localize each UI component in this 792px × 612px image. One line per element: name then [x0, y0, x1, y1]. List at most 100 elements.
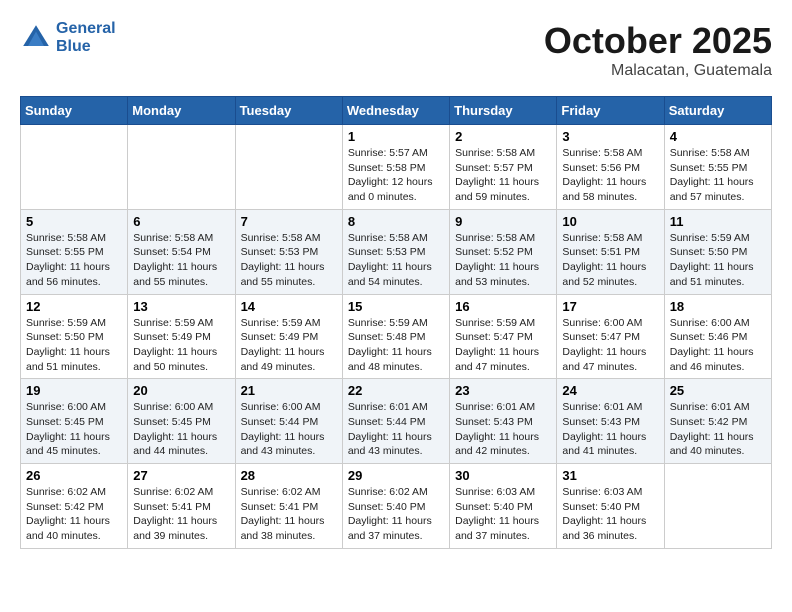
week-row-1: 1 Sunrise: 5:57 AMSunset: 5:58 PMDaylight… [21, 125, 772, 210]
day-detail: Sunrise: 5:59 AMSunset: 5:49 PMDaylight:… [241, 316, 337, 375]
day-detail: Sunrise: 5:59 AMSunset: 5:47 PMDaylight:… [455, 316, 551, 375]
day-number: 16 [455, 299, 551, 314]
day-number: 7 [241, 214, 337, 229]
day-detail: Sunrise: 6:00 AMSunset: 5:46 PMDaylight:… [670, 316, 766, 375]
week-row-3: 12Sunrise: 5:59 AMSunset: 5:50 PMDayligh… [21, 294, 772, 379]
day-number: 2 [455, 129, 551, 144]
day-number: 18 [670, 299, 766, 314]
day-detail: Sunrise: 5:59 AMSunset: 5:48 PMDaylight:… [348, 316, 444, 375]
day-detail: Sunrise: 6:01 AMSunset: 5:44 PMDaylight:… [348, 400, 444, 459]
day-cell: 26 Sunrise: 6:02 AMSunset: 5:42 PMDayligh… [21, 464, 128, 549]
day-number: 17 [562, 299, 658, 314]
day-number: 3 [562, 129, 658, 144]
title-area: October 2025 Malacatan, Guatemala [544, 20, 772, 80]
day-cell: 28Sunrise: 6:02 AMSunset: 5:41 PMDayligh… [235, 464, 342, 549]
day-number: 8 [348, 214, 444, 229]
day-cell: 5 Sunrise: 5:58 AMSunset: 5:55 PMDaylight… [21, 209, 128, 294]
header-wednesday: Wednesday [342, 97, 449, 125]
day-number: 21 [241, 383, 337, 398]
day-cell: 30 Sunrise: 6:03 AMSunset: 5:40 PMDayligh… [450, 464, 557, 549]
day-number: 20 [133, 383, 229, 398]
week-row-4: 19 Sunrise: 6:00 AMSunset: 5:45 PMDayligh… [21, 379, 772, 464]
day-cell: 11Sunrise: 5:59 AMSunset: 5:50 PMDayligh… [664, 209, 771, 294]
day-cell: 15 Sunrise: 5:59 AMSunset: 5:48 PMDayligh… [342, 294, 449, 379]
day-number: 9 [455, 214, 551, 229]
day-detail: Sunrise: 6:03 AMSunset: 5:40 PMDaylight:… [562, 485, 658, 544]
day-cell: 10 Sunrise: 5:58 AMSunset: 5:51 PMDayligh… [557, 209, 664, 294]
location: Malacatan, Guatemala [544, 62, 772, 80]
day-number: 14 [241, 299, 337, 314]
day-cell: 22 Sunrise: 6:01 AMSunset: 5:44 PMDayligh… [342, 379, 449, 464]
day-number: 1 [348, 129, 444, 144]
header-tuesday: Tuesday [235, 97, 342, 125]
day-cell: 24 Sunrise: 6:01 AMSunset: 5:43 PMDayligh… [557, 379, 664, 464]
header-sunday: Sunday [21, 97, 128, 125]
day-number: 24 [562, 383, 658, 398]
day-number: 31 [562, 468, 658, 483]
day-detail: Sunrise: 5:59 AMSunset: 5:49 PMDaylight:… [133, 316, 229, 375]
day-detail: Sunrise: 5:58 AMSunset: 5:57 PMDaylight:… [455, 146, 551, 205]
day-cell: 12Sunrise: 5:59 AMSunset: 5:50 PMDayligh… [21, 294, 128, 379]
page-header: General Blue October 2025 Malacatan, Gua… [20, 20, 772, 80]
day-detail: Sunrise: 5:58 AMSunset: 5:54 PMDaylight:… [133, 231, 229, 290]
day-number: 10 [562, 214, 658, 229]
day-cell: 8 Sunrise: 5:58 AMSunset: 5:53 PMDaylight… [342, 209, 449, 294]
day-detail: Sunrise: 6:02 AMSunset: 5:41 PMDaylight:… [133, 485, 229, 544]
day-detail: Sunrise: 5:58 AMSunset: 5:56 PMDaylight:… [562, 146, 658, 205]
day-cell: 17 Sunrise: 6:00 AMSunset: 5:47 PMDayligh… [557, 294, 664, 379]
day-number: 22 [348, 383, 444, 398]
day-detail: Sunrise: 6:00 AMSunset: 5:47 PMDaylight:… [562, 316, 658, 375]
day-cell: 9Sunrise: 5:58 AMSunset: 5:52 PMDaylight… [450, 209, 557, 294]
day-number: 29 [348, 468, 444, 483]
logo-text: General Blue [56, 20, 116, 56]
day-cell: 13 Sunrise: 5:59 AMSunset: 5:49 PMDayligh… [128, 294, 235, 379]
day-detail: Sunrise: 5:58 AMSunset: 5:55 PMDaylight:… [26, 231, 122, 290]
day-detail: Sunrise: 6:01 AMSunset: 5:43 PMDaylight:… [455, 400, 551, 459]
day-number: 13 [133, 299, 229, 314]
day-number: 30 [455, 468, 551, 483]
day-cell: 29Sunrise: 6:02 AMSunset: 5:40 PMDayligh… [342, 464, 449, 549]
day-detail: Sunrise: 5:58 AMSunset: 5:55 PMDaylight:… [670, 146, 766, 205]
day-number: 27 [133, 468, 229, 483]
day-cell: 6 Sunrise: 5:58 AMSunset: 5:54 PMDaylight… [128, 209, 235, 294]
day-number: 26 [26, 468, 122, 483]
day-detail: Sunrise: 6:00 AMSunset: 5:45 PMDaylight:… [26, 400, 122, 459]
day-detail: Sunrise: 6:00 AMSunset: 5:44 PMDaylight:… [241, 400, 337, 459]
day-number: 4 [670, 129, 766, 144]
day-detail: Sunrise: 5:58 AMSunset: 5:51 PMDaylight:… [562, 231, 658, 290]
day-cell: 25Sunrise: 6:01 AMSunset: 5:42 PMDayligh… [664, 379, 771, 464]
day-cell: 14 Sunrise: 5:59 AMSunset: 5:49 PMDayligh… [235, 294, 342, 379]
day-cell: 27 Sunrise: 6:02 AMSunset: 5:41 PMDayligh… [128, 464, 235, 549]
logo: General Blue [20, 20, 116, 56]
header-friday: Friday [557, 97, 664, 125]
header-saturday: Saturday [664, 97, 771, 125]
day-cell: 31 Sunrise: 6:03 AMSunset: 5:40 PMDayligh… [557, 464, 664, 549]
day-cell: 21 Sunrise: 6:00 AMSunset: 5:44 PMDayligh… [235, 379, 342, 464]
day-detail: Sunrise: 5:58 AMSunset: 5:53 PMDaylight:… [241, 231, 337, 290]
day-cell: 1 Sunrise: 5:57 AMSunset: 5:58 PMDaylight… [342, 125, 449, 210]
week-row-5: 26 Sunrise: 6:02 AMSunset: 5:42 PMDayligh… [21, 464, 772, 549]
day-detail: Sunrise: 5:59 AMSunset: 5:50 PMDaylight:… [670, 231, 766, 290]
day-number: 12 [26, 299, 122, 314]
header-thursday: Thursday [450, 97, 557, 125]
day-number: 19 [26, 383, 122, 398]
day-detail: Sunrise: 6:01 AMSunset: 5:43 PMDaylight:… [562, 400, 658, 459]
day-cell: 23 Sunrise: 6:01 AMSunset: 5:43 PMDayligh… [450, 379, 557, 464]
day-cell: 2 Sunrise: 5:58 AMSunset: 5:57 PMDaylight… [450, 125, 557, 210]
day-number: 15 [348, 299, 444, 314]
day-detail: Sunrise: 6:02 AMSunset: 5:42 PMDaylight:… [26, 485, 122, 544]
day-number: 6 [133, 214, 229, 229]
day-number: 5 [26, 214, 122, 229]
day-cell: 3 Sunrise: 5:58 AMSunset: 5:56 PMDaylight… [557, 125, 664, 210]
day-detail: Sunrise: 5:58 AMSunset: 5:53 PMDaylight:… [348, 231, 444, 290]
header-monday: Monday [128, 97, 235, 125]
day-cell: 18 Sunrise: 6:00 AMSunset: 5:46 PMDayligh… [664, 294, 771, 379]
day-cell [664, 464, 771, 549]
day-number: 23 [455, 383, 551, 398]
day-detail: Sunrise: 6:01 AMSunset: 5:42 PMDaylight:… [670, 400, 766, 459]
day-detail: Sunrise: 6:03 AMSunset: 5:40 PMDaylight:… [455, 485, 551, 544]
logo-icon [20, 22, 52, 54]
day-number: 28 [241, 468, 337, 483]
day-cell: 19 Sunrise: 6:00 AMSunset: 5:45 PMDayligh… [21, 379, 128, 464]
day-detail: Sunrise: 5:57 AMSunset: 5:58 PMDaylight:… [348, 146, 444, 205]
